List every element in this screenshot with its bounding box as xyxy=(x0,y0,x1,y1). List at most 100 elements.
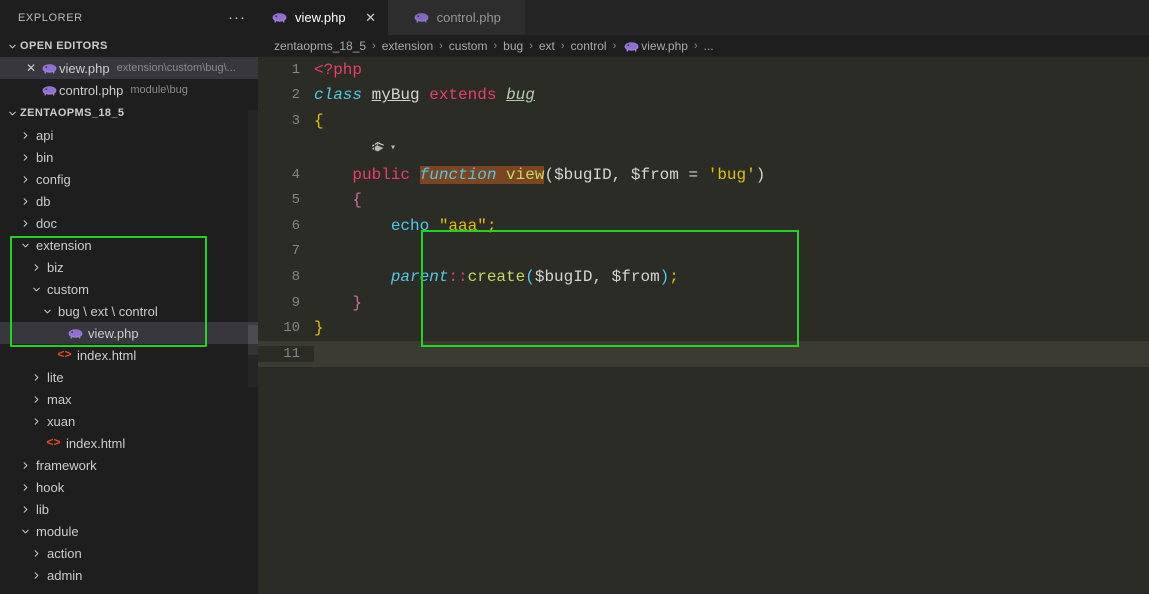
tree-item-action[interactable]: action xyxy=(0,542,258,564)
codelens-control[interactable]: ▾ xyxy=(314,140,396,155)
line-number: 3 xyxy=(291,112,300,129)
tree-item-doc[interactable]: doc xyxy=(0,212,258,234)
chevron-right-icon xyxy=(28,570,44,581)
breadcrumb-item[interactable]: ext xyxy=(539,39,555,53)
line-number: 10 xyxy=(283,320,300,337)
chevron-down-icon xyxy=(4,108,20,119)
tab-control-php[interactable]: control.php xyxy=(387,0,525,35)
project-section-header[interactable]: ZENTAOPMS_18_5 xyxy=(0,102,258,124)
code-line-text: echo "aaa"; xyxy=(390,216,497,235)
code-line: 10 } xyxy=(258,315,1149,341)
tree-item-api[interactable]: api xyxy=(0,124,258,146)
code-editor[interactable]: 1 <?php 2 class myBug extends bug 3 {▾ … xyxy=(258,57,1149,594)
line-number: 7 xyxy=(291,243,300,260)
open-editor-path: module\bug xyxy=(130,84,188,96)
code-line: 4 public function view($bugID, $from = '… xyxy=(258,162,1149,188)
breadcrumb-separator-icon: › xyxy=(693,40,698,52)
breadcrumb-separator-icon: › xyxy=(493,40,498,52)
breadcrumb-separator-icon: › xyxy=(439,40,443,52)
line-number: 11 xyxy=(258,345,314,362)
code-line-text: { xyxy=(352,191,363,210)
chevron-down-icon xyxy=(39,306,55,317)
tree-item-index-html[interactable]: <> index.html xyxy=(0,432,258,454)
tree-item-bug-ext-control[interactable]: bug \ ext \ control xyxy=(0,300,258,322)
tree-item-hook[interactable]: hook xyxy=(0,476,258,498)
tree-item-label: biz xyxy=(47,259,64,275)
tree-item-bin[interactable]: bin xyxy=(0,146,258,168)
tree-item-admin[interactable]: admin xyxy=(0,564,258,586)
file-tree: api bin config db doc extension biz custom bug \… xyxy=(0,124,258,586)
code-line: 6 echo "aaa"; xyxy=(258,213,1149,239)
open-editor-name: view.php xyxy=(59,60,110,76)
open-editors-section-header[interactable]: OPEN EDITORS xyxy=(0,35,258,57)
tab-bar-filler xyxy=(524,0,1149,35)
code-line: 2 class myBug extends bug xyxy=(258,83,1149,109)
php-icon xyxy=(412,12,431,23)
tree-item-lite[interactable]: lite xyxy=(0,366,258,388)
open-editors-label: OPEN EDITORS xyxy=(20,40,108,52)
chevron-right-icon xyxy=(28,394,44,405)
tree-item-label: index.html xyxy=(77,347,137,363)
tree-item-label: module xyxy=(36,523,79,539)
breadcrumb-label: custom xyxy=(448,39,488,53)
breadcrumb-item[interactable]: bug xyxy=(503,39,523,53)
breadcrumb-item[interactable]: zentaopms_18_5 xyxy=(274,39,366,53)
open-editor-item-view-php[interactable]: ✕ view.php extension\custom\bug\... xyxy=(0,57,258,79)
breadcrumb-separator-icon: › xyxy=(612,40,617,52)
tree-item-custom[interactable]: custom xyxy=(0,278,258,300)
line-number: 4 xyxy=(291,166,300,183)
breadcrumb-separator-icon: › xyxy=(529,40,533,52)
breadcrumb-label: zentaopms_18_5 xyxy=(274,39,367,53)
tree-item-xuan[interactable]: xuan xyxy=(0,410,258,432)
tree-item-view-php[interactable]: view.php xyxy=(0,322,258,344)
tree-item-module[interactable]: module xyxy=(0,520,258,542)
tree-item-extension[interactable]: extension xyxy=(0,234,258,256)
code-line-text: parent::create($bugID, $from); xyxy=(390,267,679,286)
close-icon[interactable]: ✕ xyxy=(364,10,378,26)
tab-label: view.php xyxy=(295,10,346,25)
open-editor-item-control-php[interactable]: control.php module\bug xyxy=(0,79,258,101)
breadcrumb-item[interactable]: extension xyxy=(382,39,433,53)
tree-item-lib[interactable]: lib xyxy=(0,498,258,520)
chevron-down-icon[interactable]: ▾ xyxy=(390,142,396,154)
chevron-right-icon xyxy=(28,372,44,383)
tree-item-max[interactable]: max xyxy=(0,388,258,410)
code-content: 1 <?php 2 class myBug extends bug 3 {▾ … xyxy=(258,57,1149,367)
tree-item-index-html[interactable]: <> index.html xyxy=(0,344,258,366)
code-line-text: class myBug extends bug xyxy=(314,86,535,105)
breadcrumb-label: ... xyxy=(703,39,714,53)
open-editor-name: control.php xyxy=(59,82,124,98)
kebab-menu-icon[interactable]: ··· xyxy=(228,10,246,25)
tree-item-config[interactable]: config xyxy=(0,168,258,190)
chevron-right-icon xyxy=(17,504,33,515)
code-line: 3 { xyxy=(258,108,1149,134)
html-file-icon: <> xyxy=(57,348,72,362)
tree-item-label: lib xyxy=(36,501,50,517)
tab-bar: view.php ✕ control.php xyxy=(258,0,1149,35)
tree-item-biz[interactable]: biz xyxy=(0,256,258,278)
tree-item-label: config xyxy=(36,171,71,187)
tree-item-label: bug \ ext \ control xyxy=(58,303,158,319)
tree-item-db[interactable]: db xyxy=(0,190,258,212)
breadcrumb-item[interactable]: control xyxy=(571,39,607,53)
chevron-right-icon xyxy=(17,482,33,493)
chevron-right-icon xyxy=(17,460,33,471)
php-icon xyxy=(66,328,85,339)
close-icon[interactable]: ✕ xyxy=(22,61,40,75)
tab-view-php[interactable]: view.php ✕ xyxy=(258,0,388,35)
breadcrumb-item[interactable]: view.php xyxy=(622,39,688,53)
breadcrumb-item[interactable]: custom xyxy=(449,39,488,53)
tree-item-framework[interactable]: framework xyxy=(0,454,258,476)
vscode-window: EXPLORER ··· OPEN EDITORS ✕ view.php ext… xyxy=(0,0,1149,594)
editor-area: view.php ✕ control.php zentaopms_18_5 › ex… xyxy=(258,0,1149,594)
sidebar-scrollbar-thumb[interactable] xyxy=(248,325,258,355)
chevron-right-icon xyxy=(17,130,33,141)
breadcrumb: zentaopms_18_5 › extension › custom › bug › ext ›… xyxy=(258,35,1149,57)
explorer-sidebar: EXPLORER ··· OPEN EDITORS ✕ view.php ext… xyxy=(0,0,258,594)
open-editor-path: extension\custom\bug\... xyxy=(116,62,236,74)
chevron-down-icon xyxy=(4,41,20,52)
tree-item-label: action xyxy=(47,545,82,561)
line-number: 1 xyxy=(291,61,300,78)
breadcrumb-item[interactable]: ... xyxy=(704,39,714,53)
chevron-right-icon xyxy=(28,548,44,559)
